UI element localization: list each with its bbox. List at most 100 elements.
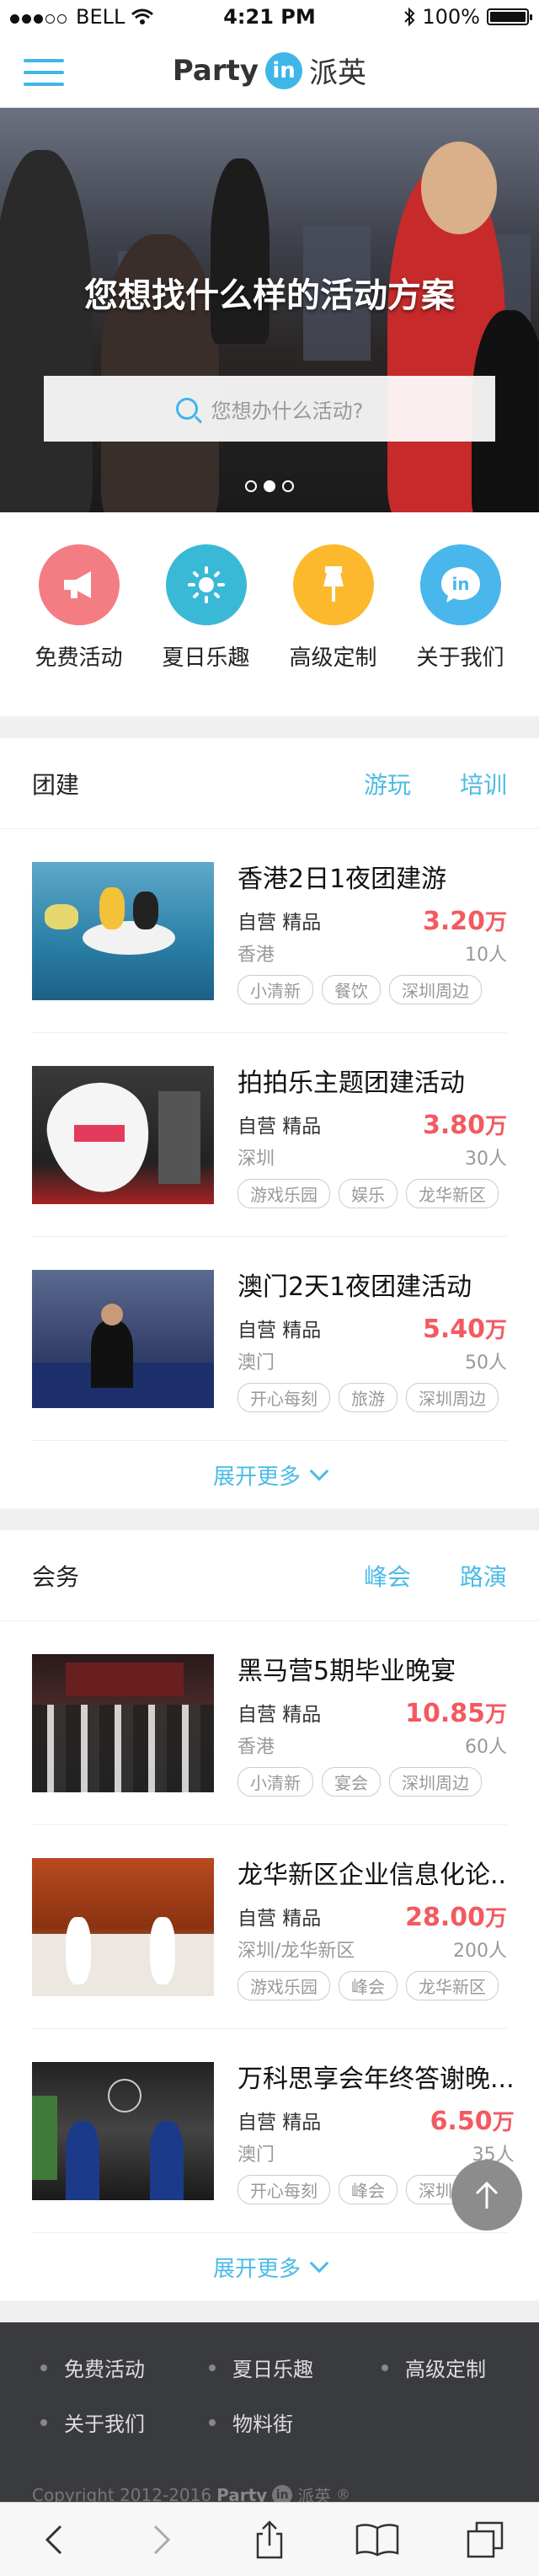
section-header: 会务 峰会 路演 xyxy=(0,1530,539,1621)
status-bar: BELL 4:21 PM 100% xyxy=(0,0,539,34)
item-chip[interactable]: 游戏乐园 xyxy=(237,1970,330,2000)
search-placeholder: 您想办什么活动? xyxy=(211,399,364,423)
forward-button[interactable] xyxy=(136,2514,187,2565)
section-title: 团建 xyxy=(32,770,80,799)
item-type: 自营 精品 xyxy=(237,2112,322,2134)
item-price: 10.85万 xyxy=(405,1698,507,1728)
item-chip[interactable]: 餐饮 xyxy=(322,974,381,1004)
share-button[interactable] xyxy=(244,2514,295,2565)
wifi-icon xyxy=(131,8,154,24)
pin-icon xyxy=(292,544,374,625)
tab-roadshow[interactable]: 路演 xyxy=(460,1559,507,1593)
item-price: 5.40万 xyxy=(422,1314,507,1344)
footer-links: 免费活动 夏日乐趣 高级定制 关于我们 物料街 xyxy=(40,2353,539,2437)
search-input[interactable]: 您想办什么活动? xyxy=(44,376,495,442)
item-city: 深圳/龙华新区 xyxy=(237,1940,355,1962)
tabs-button[interactable] xyxy=(460,2514,510,2565)
item-chip[interactable]: 深圳周边 xyxy=(389,1766,482,1797)
tab-summit[interactable]: 峰会 xyxy=(364,1559,411,1593)
expand-label: 展开更多 xyxy=(212,2256,301,2282)
list-item[interactable]: 澳门2天1夜团建活动 自营 精品 5.40万 澳门 50人 开心每刻 旅游 深圳周边 xyxy=(32,1237,507,1441)
list-item[interactable]: 拍拍乐主题团建活动 自营 精品 3.80万 深圳 30人 游戏乐园 娱乐 龙华新区 xyxy=(32,1033,507,1237)
hero-banner[interactable]: 您想找什么样的活动方案 您想办什么活动? xyxy=(0,108,539,512)
list-item[interactable]: 龙华新区企业信息化论.. 自营 精品 28.00万 深圳/龙华新区 200人 游戏乐… xyxy=(32,1825,507,2029)
quick-nav-label: 夏日乐趣 xyxy=(162,645,250,671)
item-title: 拍拍乐主题团建活动 xyxy=(237,1068,465,1098)
item-chip[interactable]: 旅游 xyxy=(339,1382,398,1412)
item-info: 澳门2天1夜团建活动 自营 精品 5.40万 澳门 50人 开心每刻 旅游 深圳周边 xyxy=(214,1266,507,1412)
book-icon xyxy=(355,2523,399,2556)
carousel-dot-active[interactable] xyxy=(264,480,275,492)
item-type: 自营 精品 xyxy=(237,1908,322,1930)
item-chip[interactable]: 游戏乐园 xyxy=(237,1178,330,1208)
logo-text: Party xyxy=(172,53,259,88)
footer-link[interactable]: 高级定制 xyxy=(382,2353,539,2382)
item-chip[interactable]: 开心每刻 xyxy=(237,2174,330,2204)
item-thumbnail xyxy=(32,2061,214,2200)
logo-cn: 派英 xyxy=(309,56,367,90)
footer-link[interactable]: 免费活动 xyxy=(40,2353,209,2382)
list-item[interactable]: 香港2日1夜团建游 自营 精品 3.20万 香港 10人 小清新 餐饮 深圳周边 xyxy=(32,829,507,1033)
footer-link[interactable]: 关于我们 xyxy=(40,2407,209,2437)
section-team-building: 团建 游玩 培训 香港2日1夜团建游 自营 精品 3.20万 香港 10人 小清新 … xyxy=(0,738,539,1508)
footer-link[interactable]: 物料街 xyxy=(209,2407,382,2437)
footer-link[interactable]: 夏日乐趣 xyxy=(209,2353,382,2382)
item-title: 黑马营5期毕业晚宴 xyxy=(237,1656,456,1686)
back-button[interactable] xyxy=(29,2514,79,2565)
chevron-down-icon xyxy=(309,2253,329,2273)
tab-play[interactable]: 游玩 xyxy=(364,767,411,801)
item-price: 28.00万 xyxy=(405,1902,507,1932)
hero-photo-person xyxy=(421,142,497,234)
back-to-top-button[interactable] xyxy=(451,2160,522,2231)
bookmarks-button[interactable] xyxy=(352,2514,403,2565)
quick-nav-about[interactable]: in 关于我们 xyxy=(402,544,520,716)
quick-nav-custom[interactable]: 高级定制 xyxy=(275,544,392,716)
expand-more-button[interactable]: 展开更多 xyxy=(0,2233,539,2300)
item-chip[interactable]: 深圳周边 xyxy=(406,1382,499,1412)
arrow-up-icon xyxy=(475,2181,499,2209)
carousel-indicator[interactable] xyxy=(0,480,539,492)
item-chip[interactable]: 娱乐 xyxy=(339,1178,398,1208)
megaphone-icon xyxy=(38,544,120,625)
list-item[interactable]: 黑马营5期毕业晚宴 自营 精品 10.85万 香港 60人 小清新 宴会 深圳周边 xyxy=(32,1621,507,1825)
section-tabs: 游玩 培训 xyxy=(364,767,507,801)
item-chip[interactable]: 宴会 xyxy=(322,1766,381,1797)
item-chip[interactable]: 深圳周边 xyxy=(389,974,482,1004)
menu-button[interactable] xyxy=(24,59,64,86)
status-right: 100% xyxy=(403,5,532,29)
hero-title: 您想找什么样的活动方案 xyxy=(84,276,455,315)
tabs-icon xyxy=(467,2521,504,2557)
quick-nav-free[interactable]: 免费活动 xyxy=(20,544,138,716)
item-chip[interactable]: 小清新 xyxy=(237,1766,313,1797)
item-thumbnail xyxy=(32,1269,214,1408)
chevron-left-icon xyxy=(45,2525,62,2554)
item-chip[interactable]: 峰会 xyxy=(339,2174,398,2204)
item-type: 自营 精品 xyxy=(237,1116,322,1138)
battery-icon xyxy=(487,8,532,25)
battery-fill xyxy=(490,12,526,22)
bluetooth-icon xyxy=(404,7,415,27)
carousel-dot[interactable] xyxy=(245,480,257,492)
brand-logo[interactable]: Party in 派英 xyxy=(173,50,366,91)
item-info: 香港2日1夜团建游 自营 精品 3.20万 香港 10人 小清新 餐饮 深圳周边 xyxy=(214,858,507,1004)
item-title: 万科思享会年终答谢晚... xyxy=(237,2064,515,2094)
list-item[interactable]: 万科思享会年终答谢晚... 自营 精品6.50万 澳门35人 开心每刻 峰会 深… xyxy=(32,2029,515,2233)
item-info: 拍拍乐主题团建活动 自营 精品 3.80万 深圳 30人 游戏乐园 娱乐 龙华新区 xyxy=(214,1062,507,1208)
hero-photo-person xyxy=(0,150,93,512)
section-header: 团建 游玩 培训 xyxy=(0,738,539,829)
item-city: 澳门 xyxy=(237,1352,275,1374)
item-chip[interactable]: 龙华新区 xyxy=(406,1178,499,1208)
item-title: 龙华新区企业信息化论.. xyxy=(237,1860,507,1890)
tab-training[interactable]: 培训 xyxy=(460,767,507,801)
item-city: 深圳 xyxy=(237,1148,275,1170)
quick-nav-summer[interactable]: 夏日乐趣 xyxy=(147,544,265,716)
expand-more-button[interactable]: 展开更多 xyxy=(0,1441,539,1508)
item-chip[interactable]: 龙华新区 xyxy=(406,1970,499,2000)
item-thumbnail xyxy=(32,1857,214,1996)
section-title: 会务 xyxy=(32,1562,80,1591)
carousel-dot[interactable] xyxy=(282,480,294,492)
item-chip[interactable]: 小清新 xyxy=(237,974,313,1004)
item-chip[interactable]: 峰会 xyxy=(339,1970,398,2000)
item-chip[interactable]: 开心每刻 xyxy=(237,1382,330,1412)
item-title: 澳门2天1夜团建活动 xyxy=(237,1272,472,1302)
